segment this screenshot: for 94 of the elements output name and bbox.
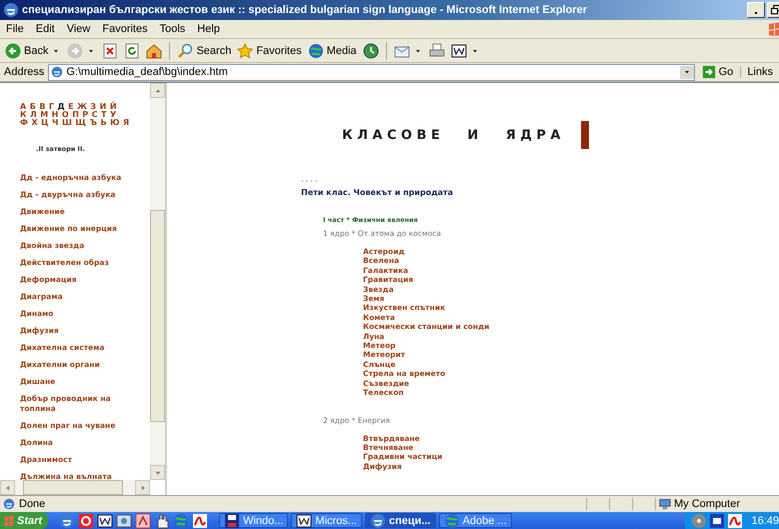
letter-link[interactable]: Р (82, 111, 88, 119)
caret-icon (682, 68, 691, 76)
star-icon (237, 42, 254, 58)
minimize-button[interactable] (747, 2, 765, 18)
letter-link[interactable]: Ь (100, 119, 107, 127)
print-button[interactable] (426, 42, 447, 60)
accent-bar (580, 121, 589, 149)
app-icon (192, 512, 208, 528)
letter-link[interactable]: Ъ (90, 119, 98, 127)
letter-link[interactable]: Н (52, 111, 58, 119)
globe-icon (444, 512, 460, 528)
app-icon (727, 512, 744, 528)
search-icon (177, 42, 194, 58)
letter-link[interactable]: М (40, 111, 48, 119)
address-field[interactable]: G:\multimedia_deaf\bg\index.htm (48, 64, 695, 80)
menu-item[interactable]: File (6, 23, 24, 35)
globe-icon (370, 512, 386, 528)
disc-icon (691, 512, 708, 528)
letter-link[interactable]: П (72, 111, 79, 119)
horizontal-scrollbar[interactable] (0, 480, 150, 495)
zone-text: My Computer (674, 498, 740, 510)
printer-icon (428, 42, 445, 58)
letter-link[interactable]: Т (101, 111, 107, 119)
globe-icon (308, 42, 324, 58)
task-button[interactable]: Adobe ... (438, 513, 512, 528)
clock-icon (362, 42, 379, 58)
globe-icon (59, 512, 76, 528)
address-label: Address (4, 66, 44, 78)
restore-icon (770, 4, 779, 16)
clock-text: 16:49 (750, 514, 779, 526)
letter-link[interactable]: Б (30, 103, 36, 111)
document-icon (296, 512, 312, 528)
section-title: Пети клас. Човекът и природата (301, 188, 454, 197)
letter-link[interactable]: Ф (20, 119, 28, 127)
media-button[interactable]: Media (306, 42, 359, 60)
back-button[interactable]: Back (3, 42, 50, 60)
letter-link[interactable]: И (100, 103, 106, 111)
vertical-scrollbar[interactable] (150, 83, 165, 480)
menu-item[interactable]: Edit (36, 23, 55, 35)
globe-icon (3, 2, 19, 18)
history-button[interactable] (360, 42, 381, 60)
home-button[interactable] (144, 42, 164, 60)
page-heading: КЛАСОВЕ И ЯДРА (342, 128, 565, 142)
keyboard-language-icon (709, 512, 726, 528)
letter-link[interactable]: Ю (110, 119, 120, 127)
search-button[interactable]: Search (175, 42, 234, 60)
menu-item[interactable]: Favorites (102, 23, 148, 35)
home-icon (146, 42, 162, 58)
letter-link[interactable]: Й (110, 103, 117, 111)
status-text: Done (19, 498, 46, 510)
letter-link[interactable]: Я (123, 119, 130, 127)
letter-link[interactable]: Ч (52, 119, 58, 127)
document-icon (135, 512, 152, 528)
letter-link[interactable]: Щ (75, 119, 86, 127)
letter-link[interactable]: Ц (41, 119, 49, 127)
page-icon (51, 66, 64, 78)
letter-link[interactable]: Г (48, 103, 54, 111)
letter-link[interactable]: А (20, 103, 26, 111)
document-icon (97, 512, 114, 528)
letter-link[interactable]: В (39, 103, 46, 111)
task-button[interactable]: специ... (364, 513, 436, 528)
letter-link[interactable]: З (90, 103, 96, 111)
quick-launch-button[interactable] (97, 512, 114, 528)
windows-logo-icon (767, 21, 779, 37)
letter-link[interactable]: С (92, 111, 98, 119)
letter-link[interactable]: Д (58, 103, 65, 111)
task-button[interactable]: Windo... (219, 513, 288, 528)
letter-link[interactable]: Л (30, 111, 37, 119)
letter-link[interactable]: О (62, 111, 69, 119)
letter-link[interactable]: Е (68, 103, 74, 111)
window-title: специализиран български жестов език :: specialized bulgarian sign language - Microsoft Internet Explorer (22, 4, 588, 16)
camera-icon (116, 512, 132, 528)
menu-item[interactable]: View (66, 23, 90, 35)
letter-link[interactable]: Ж (77, 103, 87, 111)
start-button[interactable]: Start (0, 512, 48, 529)
computer-icon (659, 498, 671, 510)
favorites-button[interactable]: Favorites (235, 42, 304, 60)
app-icon (78, 512, 94, 528)
go-button[interactable]: Go (698, 65, 736, 79)
word-button[interactable] (448, 42, 469, 60)
page-icon (3, 498, 15, 510)
links-button[interactable]: Links (740, 66, 779, 78)
windows-logo-icon (3, 514, 15, 526)
globe-icon (173, 512, 190, 528)
letter-link[interactable]: У (110, 111, 116, 119)
task-button[interactable]: Micros... (291, 513, 362, 528)
document-icon (450, 42, 467, 58)
menu-item[interactable]: Tools (160, 23, 186, 35)
menu-item[interactable]: Help (197, 23, 220, 35)
letter-link[interactable]: К (20, 111, 27, 119)
letter-link[interactable]: Х (31, 119, 38, 127)
refresh-icon (124, 42, 140, 58)
letter-link[interactable]: Ш (62, 119, 72, 127)
stop-icon (102, 42, 118, 58)
